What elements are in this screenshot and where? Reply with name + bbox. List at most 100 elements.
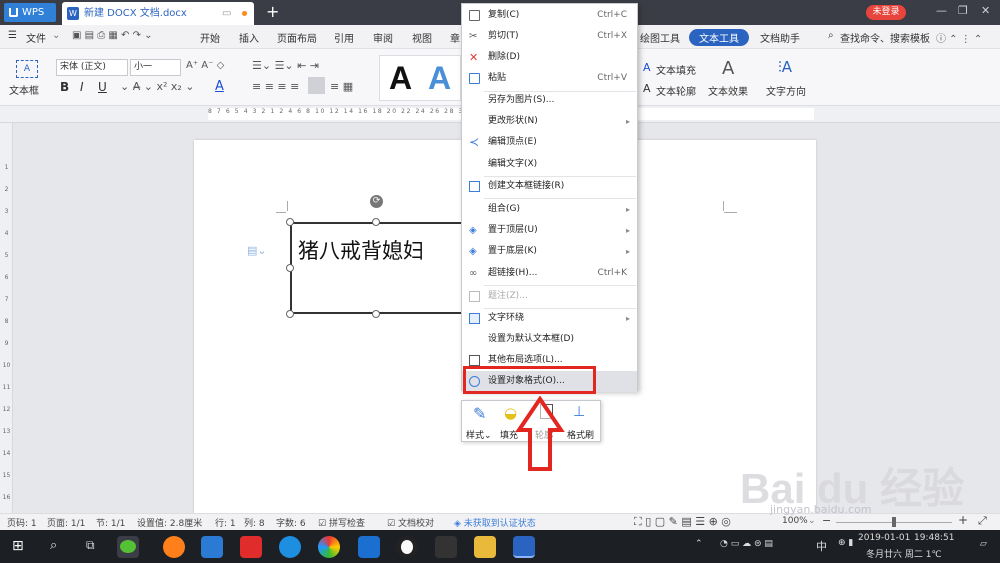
- chevron-down-icon[interactable]: ⌄: [52, 30, 60, 41]
- task-view-icon[interactable]: ⧉: [86, 538, 95, 553]
- text-fill-icon[interactable]: A: [643, 61, 651, 74]
- tab-chapter[interactable]: 章: [450, 30, 460, 45]
- menu-item-paste[interactable]: 粘贴 Ctrl+V: [462, 68, 637, 89]
- proofread-button[interactable]: ☑ 文档校对: [387, 516, 434, 529]
- game-app-icon[interactable]: [358, 536, 380, 558]
- textbox-label[interactable]: 文本框: [9, 82, 39, 97]
- clock-date[interactable]: 2019-01-01: [858, 533, 910, 543]
- notification-icon[interactable]: ▱: [980, 539, 987, 549]
- window-icon[interactable]: ▭: [222, 2, 231, 25]
- menu-item-text-wrap[interactable]: 文字环绕 ▸: [462, 308, 637, 329]
- restore-icon[interactable]: ❐: [958, 4, 968, 17]
- style-brush-icon[interactable]: ✎: [473, 404, 486, 423]
- colorful-app-icon[interactable]: [318, 536, 340, 558]
- tray-icons[interactable]: ◔ ▭ ☁ ⊜ ▤: [720, 539, 773, 549]
- textbox-icon[interactable]: A: [16, 60, 38, 78]
- zoom-level[interactable]: 100%: [782, 516, 808, 526]
- file-menu[interactable]: 文件: [26, 30, 46, 45]
- rotate-handle-icon[interactable]: ⟳: [370, 195, 383, 208]
- style-preview-blue[interactable]: A: [428, 60, 451, 97]
- ime-indicator[interactable]: 中: [816, 538, 827, 554]
- quick-access-icons[interactable]: ▣ ▤ ⎙ ▦ ↶ ↷ ⌄: [72, 30, 153, 41]
- text-direction-icon[interactable]: ⫶A: [778, 58, 792, 76]
- list-icons[interactable]: ☰⌄ ☰⌄ ⇤ ⇥: [252, 59, 319, 72]
- mini-style-button[interactable]: 样式⌄: [466, 428, 492, 441]
- network-icons[interactable]: ⊕ ▮: [838, 538, 853, 548]
- text-direction-button[interactable]: 文字方向: [766, 83, 806, 98]
- windows-start-icon[interactable]: ⊞: [12, 538, 24, 554]
- mini-format-painter-button[interactable]: 格式刷: [567, 428, 594, 441]
- clock-time[interactable]: 19:48:51: [914, 533, 954, 543]
- help-icon[interactable]: ⓘ ⌃ ⋮ ⌃: [936, 30, 982, 45]
- text-effect-button[interactable]: 文本效果: [708, 83, 748, 98]
- menu-item-delete[interactable]: ✕ 删除(D): [462, 47, 637, 68]
- menu-item-set-default-textbox[interactable]: 设置为默认文本框(D): [462, 329, 637, 350]
- fullscreen-icon[interactable]: ⤢: [978, 514, 987, 528]
- menu-item-change-shape[interactable]: 更改形状(N) ▸: [462, 111, 637, 132]
- wps-taskbar-icon[interactable]: [513, 536, 535, 558]
- font-name-select[interactable]: 宋体 (正文): [56, 59, 128, 76]
- menu-item-edit-points[interactable]: ≺ 编辑顶点(E): [462, 132, 637, 153]
- tab-doc-assistant[interactable]: 文档助手: [760, 30, 800, 45]
- search-icon[interactable]: ⌕: [828, 30, 834, 41]
- tray-chevron-icon[interactable]: ⌃: [695, 539, 703, 549]
- text-fill-button[interactable]: 文本填充: [656, 62, 696, 77]
- status-words[interactable]: 字数: 6: [276, 516, 306, 529]
- cert-status[interactable]: ◈ 未获取到认证状态: [454, 516, 536, 529]
- view-mode-icons[interactable]: ⛶ ▯ ▢ ✎ ▤ ☰ ⊕ ◎: [634, 515, 731, 529]
- folder-app-icon[interactable]: [474, 536, 496, 558]
- wechat-app-icon[interactable]: [117, 536, 139, 558]
- tab-start[interactable]: 开始: [200, 30, 220, 45]
- close-icon[interactable]: ✕: [981, 4, 990, 17]
- menu-item-copy[interactable]: 复制(C) Ctrl+C: [462, 5, 637, 26]
- resize-handle[interactable]: [372, 310, 380, 318]
- underline-button[interactable]: U: [98, 80, 107, 94]
- tab-view[interactable]: 视图: [412, 30, 432, 45]
- zoom-down-icon[interactable]: ⌄: [808, 516, 816, 526]
- format-painter-icon[interactable]: ⊥: [573, 404, 585, 420]
- font-size-select[interactable]: 小一: [130, 59, 181, 76]
- mask-app-icon[interactable]: [435, 536, 457, 558]
- login-button[interactable]: 未登录: [866, 5, 906, 20]
- resize-handle[interactable]: [286, 310, 294, 318]
- ntes-app-icon[interactable]: [240, 536, 262, 558]
- align-icons[interactable]: ≡ ≡ ≡ ≡: [252, 80, 299, 93]
- new-tab-icon[interactable]: +: [266, 2, 279, 21]
- zoom-slider-thumb[interactable]: [892, 517, 896, 527]
- resize-handle[interactable]: [286, 218, 294, 226]
- text-effect-icon[interactable]: A: [722, 58, 734, 79]
- tab-review[interactable]: 审阅: [373, 30, 393, 45]
- tab-drawing-tools[interactable]: 绘图工具: [640, 30, 680, 45]
- resize-handle[interactable]: [372, 218, 380, 226]
- textbox-content[interactable]: 猪八戒背媳妇: [298, 235, 424, 265]
- qq-app-icon[interactable]: [396, 536, 418, 558]
- ie-app-icon[interactable]: [279, 536, 301, 558]
- tab-reference[interactable]: 引用: [334, 30, 354, 45]
- menu-item-hyperlink[interactable]: ∞ 超链接(H)... Ctrl+K: [462, 263, 637, 284]
- text-outline-icon[interactable]: A: [643, 82, 651, 95]
- menu-item-send-to-back[interactable]: ◈ 置于底层(K) ▸: [462, 241, 637, 262]
- command-search[interactable]: 查找命令、搜索模板: [840, 30, 930, 45]
- style-preview-black[interactable]: A: [389, 60, 412, 97]
- justify-selected[interactable]: [308, 77, 325, 94]
- font-color-icon[interactable]: A: [215, 79, 224, 94]
- menu-item-group[interactable]: 组合(G) ▸: [462, 199, 637, 220]
- store-app-icon[interactable]: [201, 536, 223, 558]
- minimize-icon[interactable]: —: [936, 4, 947, 17]
- italic-button[interactable]: I: [80, 80, 84, 94]
- search-icon[interactable]: ⌕: [50, 538, 57, 553]
- menu-item-bring-to-front[interactable]: ◈ 置于顶层(U) ▸: [462, 220, 637, 241]
- menu-item-cut[interactable]: ✂ 剪切(T) Ctrl+X: [462, 26, 637, 47]
- bold-button[interactable]: B: [60, 80, 69, 94]
- menu-item-create-textbox-link[interactable]: 创建文本框链接(R): [462, 176, 637, 197]
- text-outline-button[interactable]: 文本轮廓: [656, 83, 696, 98]
- tab-insert[interactable]: 插入: [239, 30, 259, 45]
- menu-item-edit-text[interactable]: 编辑文字(X): [462, 154, 637, 175]
- paragraph-icons[interactable]: ≡ ▦: [330, 80, 353, 93]
- font-grow-icons[interactable]: A⁺ A⁻ ◇: [186, 60, 224, 71]
- document-tab[interactable]: W 新建 DOCX 文档.docx ▭: [62, 2, 254, 25]
- resize-handle[interactable]: [286, 264, 294, 272]
- browser-app-icon[interactable]: [163, 536, 185, 558]
- spell-check-button[interactable]: ☑ 拼写检查: [318, 516, 365, 529]
- text-style-gallery[interactable]: A A: [379, 55, 461, 101]
